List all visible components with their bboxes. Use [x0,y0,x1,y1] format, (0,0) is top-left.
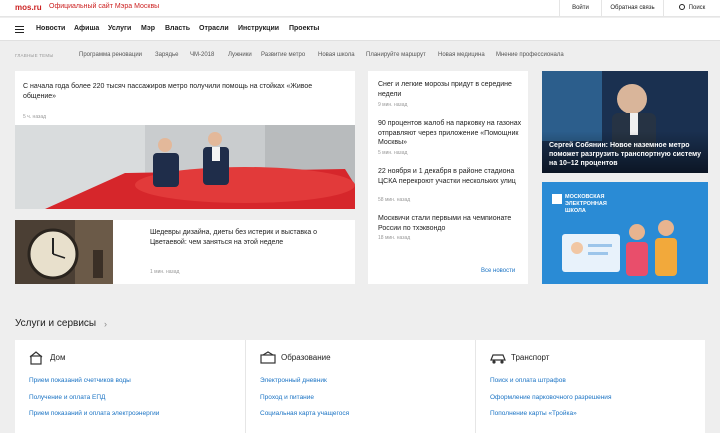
feedback-label: Обратная связь [610,5,655,11]
metro-staff-image [15,125,355,209]
search-icon [678,4,685,10]
news-headline[interactable]: 22 ноября и 1 декабря в районе стадиона … [378,167,523,186]
feature-time: 5 ч. назад [23,114,47,120]
service-link[interactable]: Поиск и оплата штрафов [490,377,566,384]
services-panel: Дом Прием показаний счетчиков воды Получ… [15,340,705,433]
service-link[interactable]: Социальная карта учащегося [260,410,349,417]
metro-photo[interactable] [15,125,355,209]
story-headline[interactable]: Шедевры дизайна, диеты без истерик и выс… [150,228,350,247]
news-time: 5 мин. назад [378,150,408,156]
topic-link[interactable]: ЧМ-2018 [190,52,214,58]
top-bar: mos.ru Официальный сайт Мэра Москвы Войт… [0,0,720,17]
services-col-home: Дом Прием показаний счетчиков воды Получ… [15,340,245,433]
topics-bar: ГЛАВНЫЕ ТЕМЫ Программа реновации Зарядье… [0,50,720,62]
nav-item-projects[interactable]: Проекты [289,25,319,32]
car-icon [490,354,506,364]
news-time: 18 мин. назад [378,235,411,241]
clock-image [15,220,113,284]
news-time: 9 мин. назад [378,102,408,108]
topic-link[interactable]: Развитие метро [261,52,305,58]
service-link[interactable]: Оформление парковочного разрешения [490,394,611,401]
nav-item-mayor[interactable]: Мэр [141,25,155,32]
login-button[interactable]: Войти [559,0,601,17]
house-icon [29,351,43,365]
services-col-title[interactable]: Образование [281,353,331,362]
story-time: 1 мин. назад [150,269,180,275]
services-col-education: Образование Электронный дневник Проход и… [246,340,475,433]
service-link[interactable]: Получение и оплата ЕПД [29,394,105,401]
feedback-button[interactable]: Обратная связь [601,0,663,17]
site-logo[interactable]: mos.ru [15,3,42,12]
nav-item-afisha[interactable]: Афиша [74,25,99,32]
promo-sobyanin[interactable]: Сергей Собянин: Новое наземное метро пом… [542,71,708,173]
topic-link[interactable]: Новая школа [318,52,355,58]
login-label: Войти [572,5,589,11]
nav-item-power[interactable]: Власть [165,25,190,32]
menu-icon[interactable] [15,26,24,33]
site-title[interactable]: Официальный сайт Мэра Москвы [49,3,159,10]
search-button[interactable]: Поиск [663,0,720,17]
news-headline[interactable]: 90 процентов жалоб на парковку на газона… [378,119,523,148]
topic-link[interactable]: Новая медицина [438,52,485,58]
clock-photo[interactable] [15,220,113,284]
service-link[interactable]: Электронный дневник [260,377,327,384]
promo-school[interactable]: МОСКОВСКАЯ ЭЛЕКТРОННАЯ ШКОЛА [542,182,708,284]
topic-link[interactable]: Программа реновации [79,52,142,58]
service-link[interactable]: Пополнение карты «Тройка» [490,410,577,417]
services-title[interactable]: Услуги и сервисы [15,318,96,329]
nav-item-services[interactable]: Услуги [108,25,131,32]
main-nav: Новости Афиша Услуги Мэр Власть Отрасли … [0,18,720,41]
service-link[interactable]: Прием показаний счетчиков воды [29,377,131,384]
education-icon [260,351,276,364]
news-time: 58 мин. назад [378,197,411,203]
topic-link[interactable]: Лужники [228,52,252,58]
news-headline[interactable]: Снег и легкие морозы придут в середине н… [378,80,523,99]
nav-item-news[interactable]: Новости [36,25,65,32]
feature-headline[interactable]: С начала года более 220 тысяч пассажиров… [23,82,343,101]
topic-link[interactable]: Мнение профессионала [496,52,564,58]
topic-link[interactable]: Планируйте маршрут [366,52,426,58]
news-list: Снег и легкие морозы придут в середине н… [368,71,528,284]
promo-school-text[interactable]: МОСКОВСКАЯ ЭЛЕКТРОННАЯ ШКОЛА [565,194,625,215]
service-link[interactable]: Проход и питание [260,394,314,401]
services-col-title[interactable]: Дом [50,353,65,362]
nav-item-instructions[interactable]: Инструкции [238,25,279,32]
service-link[interactable]: Прием показаний и оплата электроэнергии [29,410,159,417]
chevron-right-icon: › [104,319,107,329]
all-news-link[interactable]: Все новости [481,268,515,274]
search-label: Поиск [688,5,706,11]
services-col-transport: Транспорт Поиск и оплата штрафов Оформле… [476,340,705,433]
promo-sobyanin-text[interactable]: Сергей Собянин: Новое наземное метро пом… [549,141,704,168]
news-headline[interactable]: Москвичи стали первыми на чемпионате Рос… [378,214,523,233]
topic-link[interactable]: Зарядье [155,52,178,58]
topics-label: ГЛАВНЫЕ ТЕМЫ [15,53,54,58]
nav-item-industries[interactable]: Отрасли [199,25,229,32]
services-col-title[interactable]: Транспорт [511,353,549,362]
